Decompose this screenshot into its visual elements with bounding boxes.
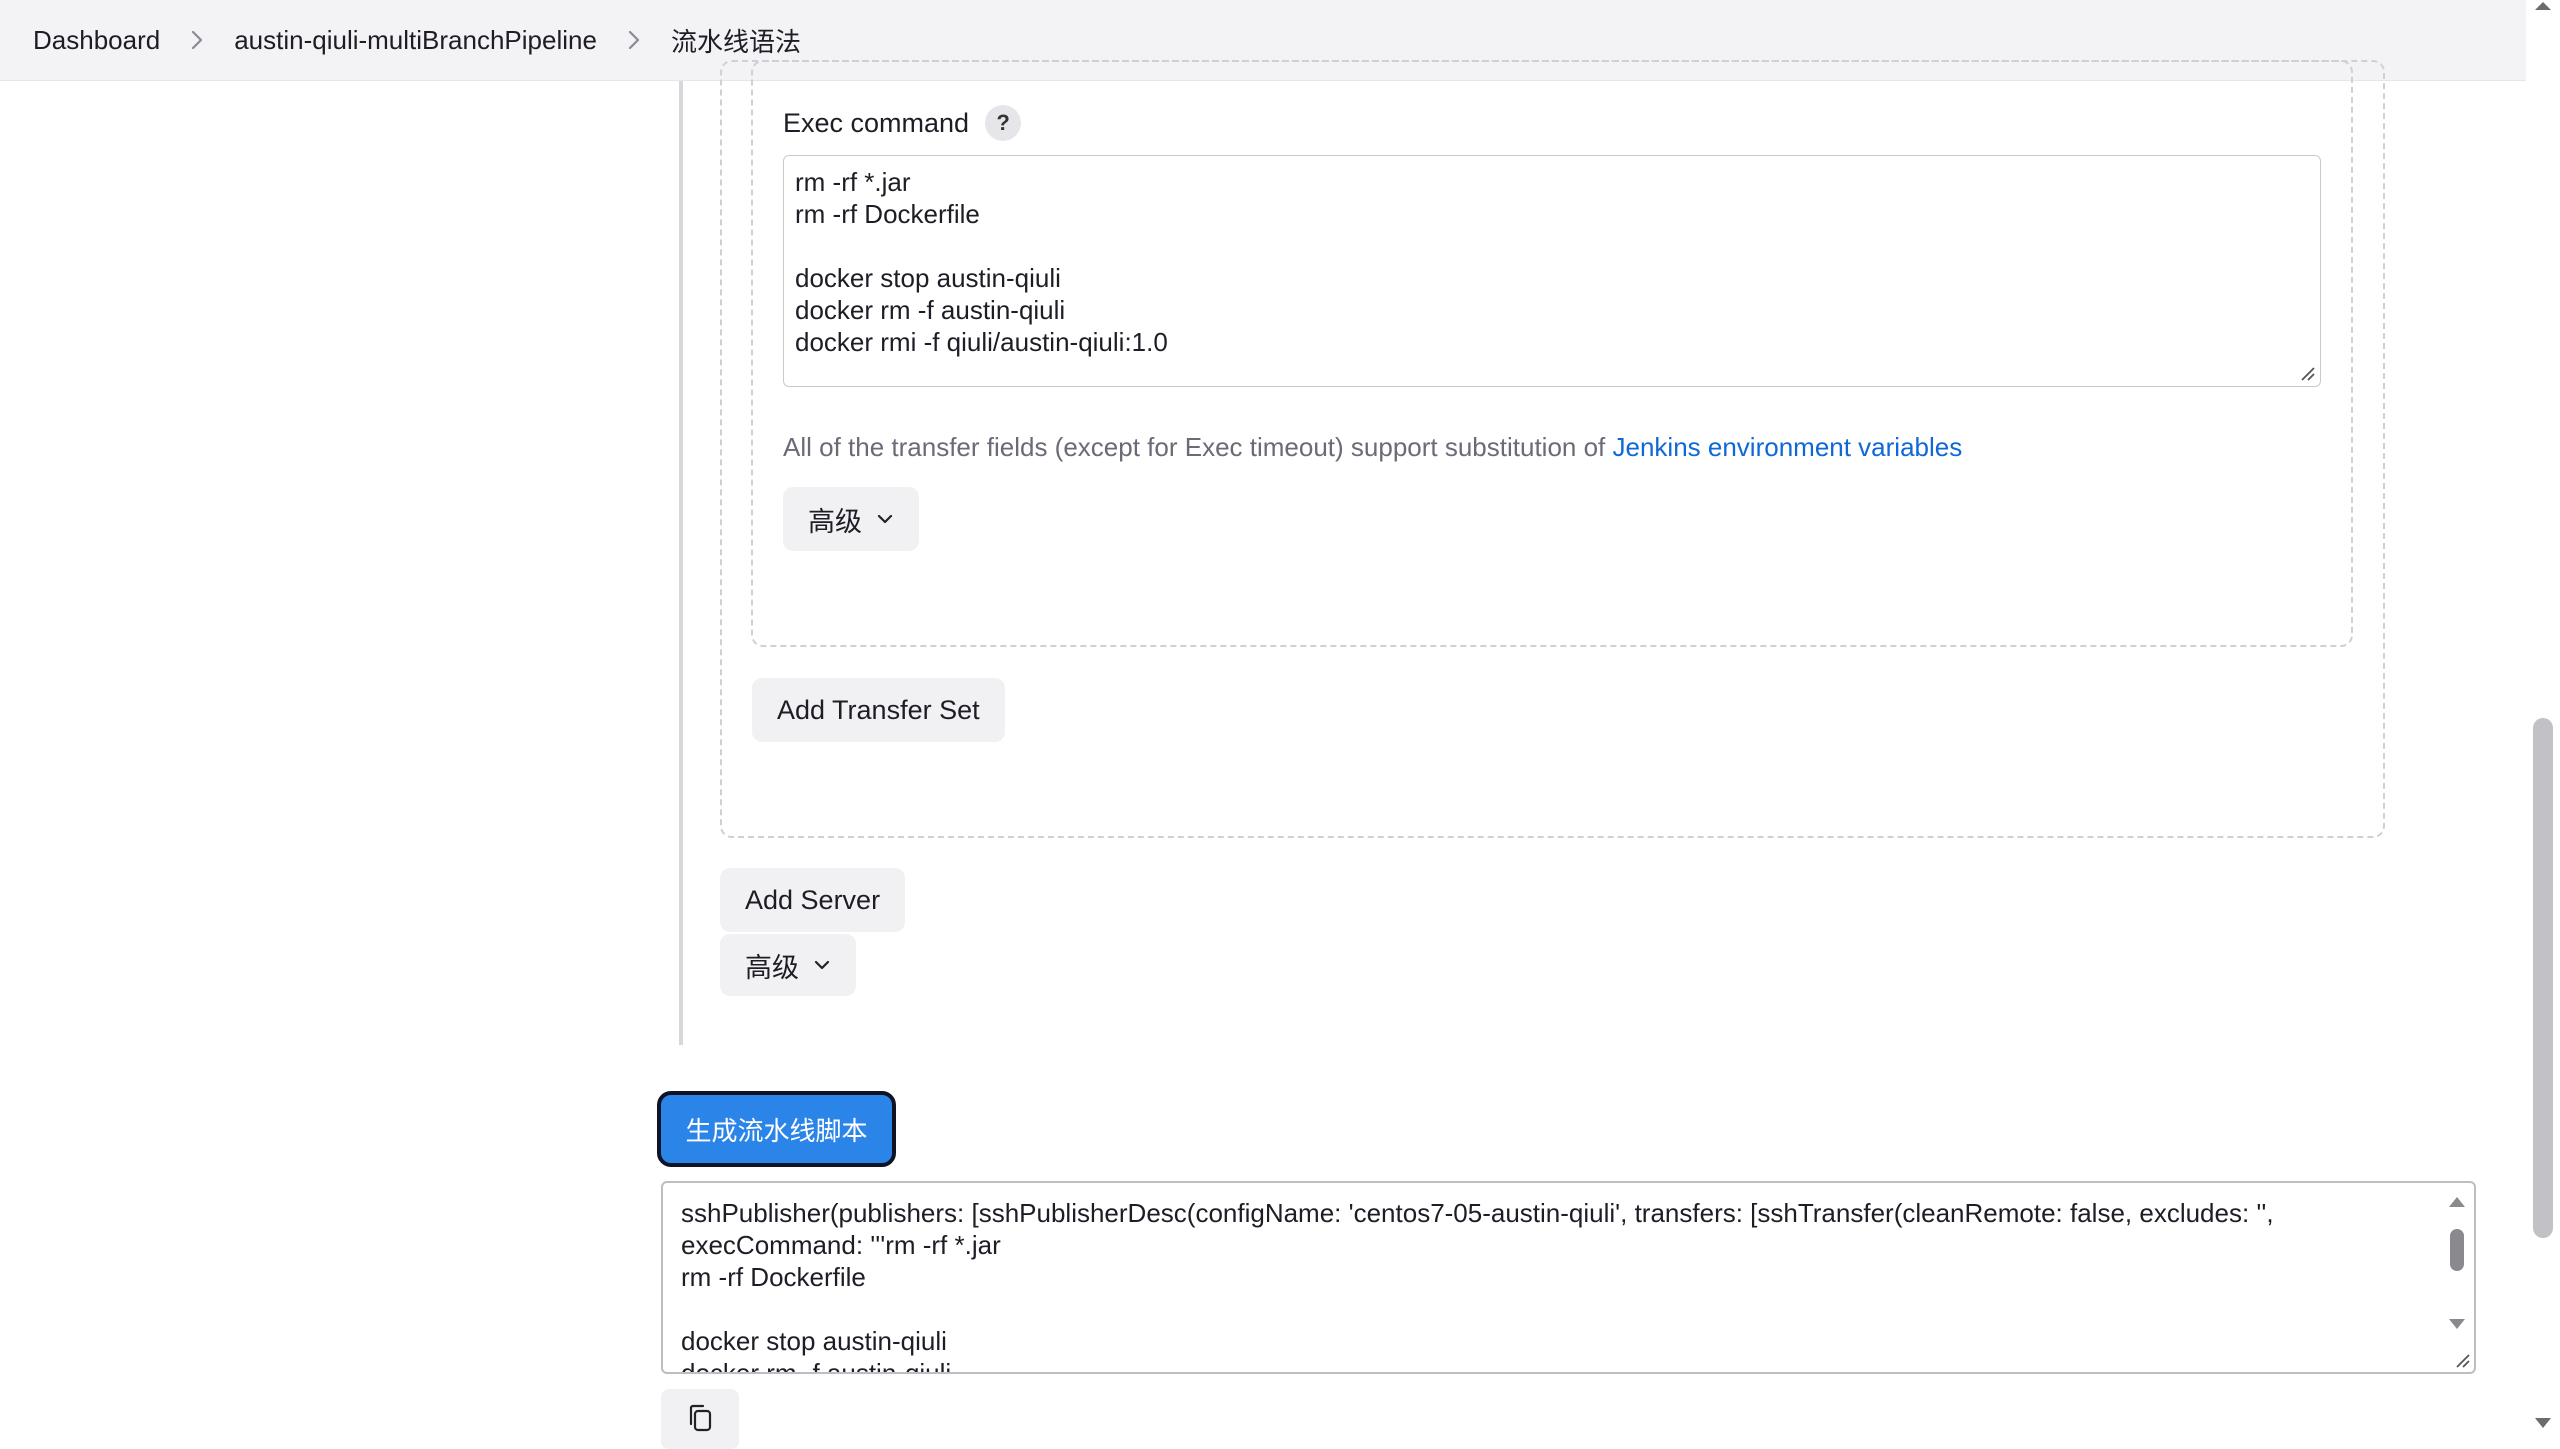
env-variables-link[interactable]: Jenkins environment variables [1613,432,1963,462]
advanced-inner-button[interactable]: 高级 [783,487,919,551]
copy-button[interactable] [661,1389,739,1449]
chevron-right-icon [190,29,204,51]
exec-command-label-text: Exec command [783,107,970,138]
generated-script-text: sshPublisher(publishers: [sshPublisherDe… [681,1198,2274,1374]
advanced-inner-label: 高级 [808,506,862,537]
chevron-down-icon [813,959,831,971]
chevron-down-icon [876,513,894,525]
hint-text: All of the transfer fields (except for E… [783,432,1613,462]
page-scrollbar-thumb[interactable] [2533,718,2553,1238]
resize-grip-icon[interactable] [2298,364,2316,382]
generated-script-textarea[interactable]: sshPublisher(publishers: [sshPublisherDe… [661,1181,2476,1374]
transfer-fields-hint: All of the transfer fields (except for E… [783,432,1962,463]
resize-grip-icon[interactable] [2454,1352,2470,1368]
breadcrumb-dashboard[interactable]: Dashboard [33,25,160,56]
section-indent-line [679,81,683,1045]
chevron-right-icon [627,29,641,51]
advanced-outer-button[interactable]: 高级 [720,934,856,996]
exec-command-textarea[interactable]: rm -rf *.jar rm -rf Dockerfile docker st… [783,155,2321,387]
breadcrumb-pipeline-syntax[interactable]: 流水线语法 [671,22,801,59]
advanced-outer-label: 高级 [745,952,799,983]
breadcrumb-pipeline[interactable]: austin-qiuli-multiBranchPipeline [234,25,597,56]
generate-pipeline-script-button[interactable]: 生成流水线脚本 [657,1091,896,1167]
exec-command-label: Exec command ? [783,103,1022,143]
copy-icon [687,1403,713,1449]
add-server-button[interactable]: Add Server [720,868,906,932]
script-scrollbar[interactable] [2444,1189,2470,1364]
help-icon[interactable]: ? [985,105,1022,141]
add-transfer-set-button[interactable]: Add Transfer Set [752,678,1005,742]
